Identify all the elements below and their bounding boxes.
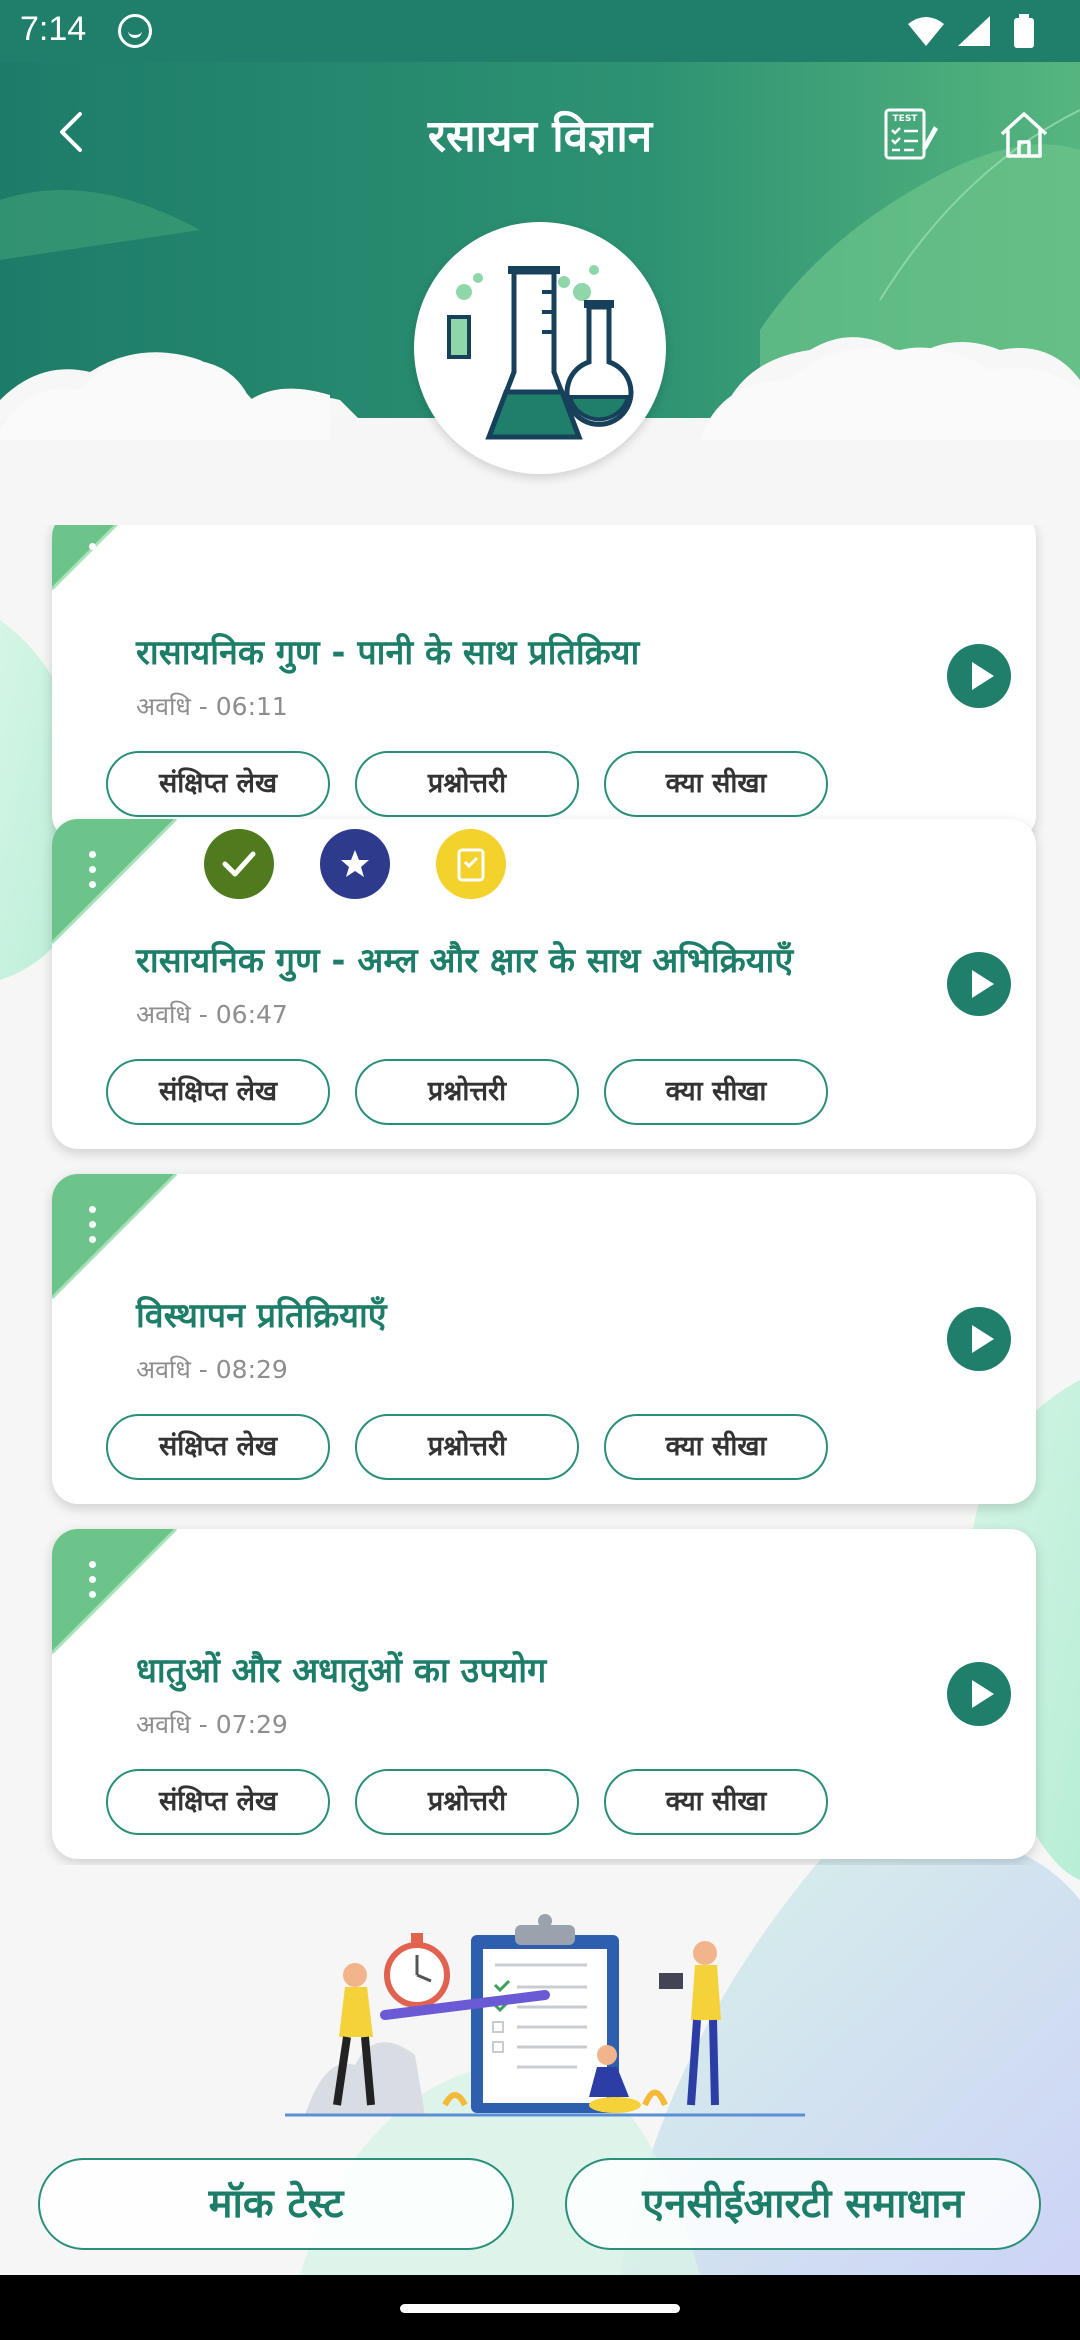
card-menu-icon[interactable] — [74, 845, 110, 909]
quiz-chip[interactable]: प्रश्नोत्तरी — [355, 751, 579, 817]
app-header: रसायन विज्ञान TEST — [0, 62, 1080, 212]
play-icon[interactable] — [947, 1307, 1011, 1371]
wifi-icon — [908, 17, 944, 46]
card-menu-icon[interactable] — [74, 1200, 110, 1264]
quiz-chip[interactable]: प्रश्नोत्तरी — [355, 1769, 579, 1835]
star-icon — [320, 829, 390, 899]
summary-chip[interactable]: संक्षिप्त लेख — [106, 1414, 330, 1480]
status-icons — [908, 14, 1034, 48]
what-learned-chip[interactable]: क्या सीखा — [604, 1414, 828, 1480]
app-notification-icon — [118, 14, 152, 48]
topic-title: रासायनिक गुण - अम्ल और क्षार के साथ अभिक… — [136, 941, 794, 981]
notes-icon — [436, 829, 506, 899]
status-time: 7:14 — [20, 10, 87, 48]
topic-title: रासायनिक गुण - पानी के साथ प्रतिक्रिया — [136, 633, 640, 673]
card-corner-flag — [52, 1174, 178, 1300]
card-corner-flag — [52, 525, 119, 591]
card-menu-icon[interactable] — [74, 537, 110, 601]
quiz-chip[interactable]: प्रश्नोत्तरी — [355, 1414, 579, 1480]
topic-duration: अवधि - 06:11 — [136, 692, 288, 721]
topic-list[interactable]: रासायनिक गुण - पानी के साथ प्रतिक्रिया अ… — [0, 525, 1080, 1865]
what-learned-chip[interactable]: क्या सीखा — [604, 1059, 828, 1125]
subject-badge — [414, 222, 666, 474]
status-bar: 7:14 — [0, 0, 1080, 62]
test-illustration — [285, 1914, 805, 2117]
topic-card[interactable]: धातुओं और अधातुओं का उपयोग अवधि - 07:29 … — [52, 1529, 1036, 1859]
card-corner-flag — [52, 819, 178, 945]
home-icon[interactable] — [996, 106, 1052, 162]
topic-title: धातुओं और अधातुओं का उपयोग — [136, 1651, 547, 1691]
topic-duration: अवधि - 06:47 — [136, 1000, 288, 1029]
chemistry-flask-icon — [447, 265, 634, 440]
topic-title: विस्थापन प्रतिक्रियाएँ — [136, 1296, 387, 1336]
summary-chip[interactable]: संक्षिप्त लेख — [106, 1059, 330, 1125]
card-corner-flag — [52, 1529, 178, 1655]
play-icon[interactable] — [947, 952, 1011, 1016]
quiz-chip[interactable]: प्रश्नोत्तरी — [355, 1059, 579, 1125]
card-menu-icon[interactable] — [74, 1555, 110, 1619]
system-nav-bar — [0, 2275, 1080, 2340]
what-learned-chip[interactable]: क्या सीखा — [604, 1769, 828, 1835]
svg-text:TEST: TEST — [893, 114, 919, 124]
topic-card[interactable]: विस्थापन प्रतिक्रियाएँ अवधि - 08:29 संक्… — [52, 1174, 1036, 1504]
ncert-solutions-button[interactable]: एनसीईआरटी समाधान — [565, 2158, 1041, 2250]
topic-duration: अवधि - 08:29 — [136, 1355, 288, 1384]
summary-chip[interactable]: संक्षिप्त लेख — [106, 751, 330, 817]
signal-icon — [958, 16, 990, 46]
battery-icon — [1014, 18, 1034, 48]
topic-card[interactable]: रासायनिक गुण - अम्ल और क्षार के साथ अभिक… — [52, 819, 1036, 1149]
play-icon[interactable] — [947, 1662, 1011, 1726]
home-indicator[interactable] — [400, 2304, 680, 2313]
test-icon[interactable]: TEST — [878, 104, 938, 164]
play-icon[interactable] — [947, 644, 1011, 708]
what-learned-chip[interactable]: क्या सीखा — [604, 751, 828, 817]
summary-chip[interactable]: संक्षिप्त लेख — [106, 1769, 330, 1835]
topic-card[interactable]: रासायनिक गुण - पानी के साथ प्रतिक्रिया अ… — [52, 525, 1036, 841]
back-button[interactable] — [48, 102, 98, 162]
check-icon — [204, 829, 274, 899]
topic-duration: अवधि - 07:29 — [136, 1710, 288, 1739]
mock-test-button[interactable]: मॉक टेस्ट — [38, 2158, 514, 2250]
